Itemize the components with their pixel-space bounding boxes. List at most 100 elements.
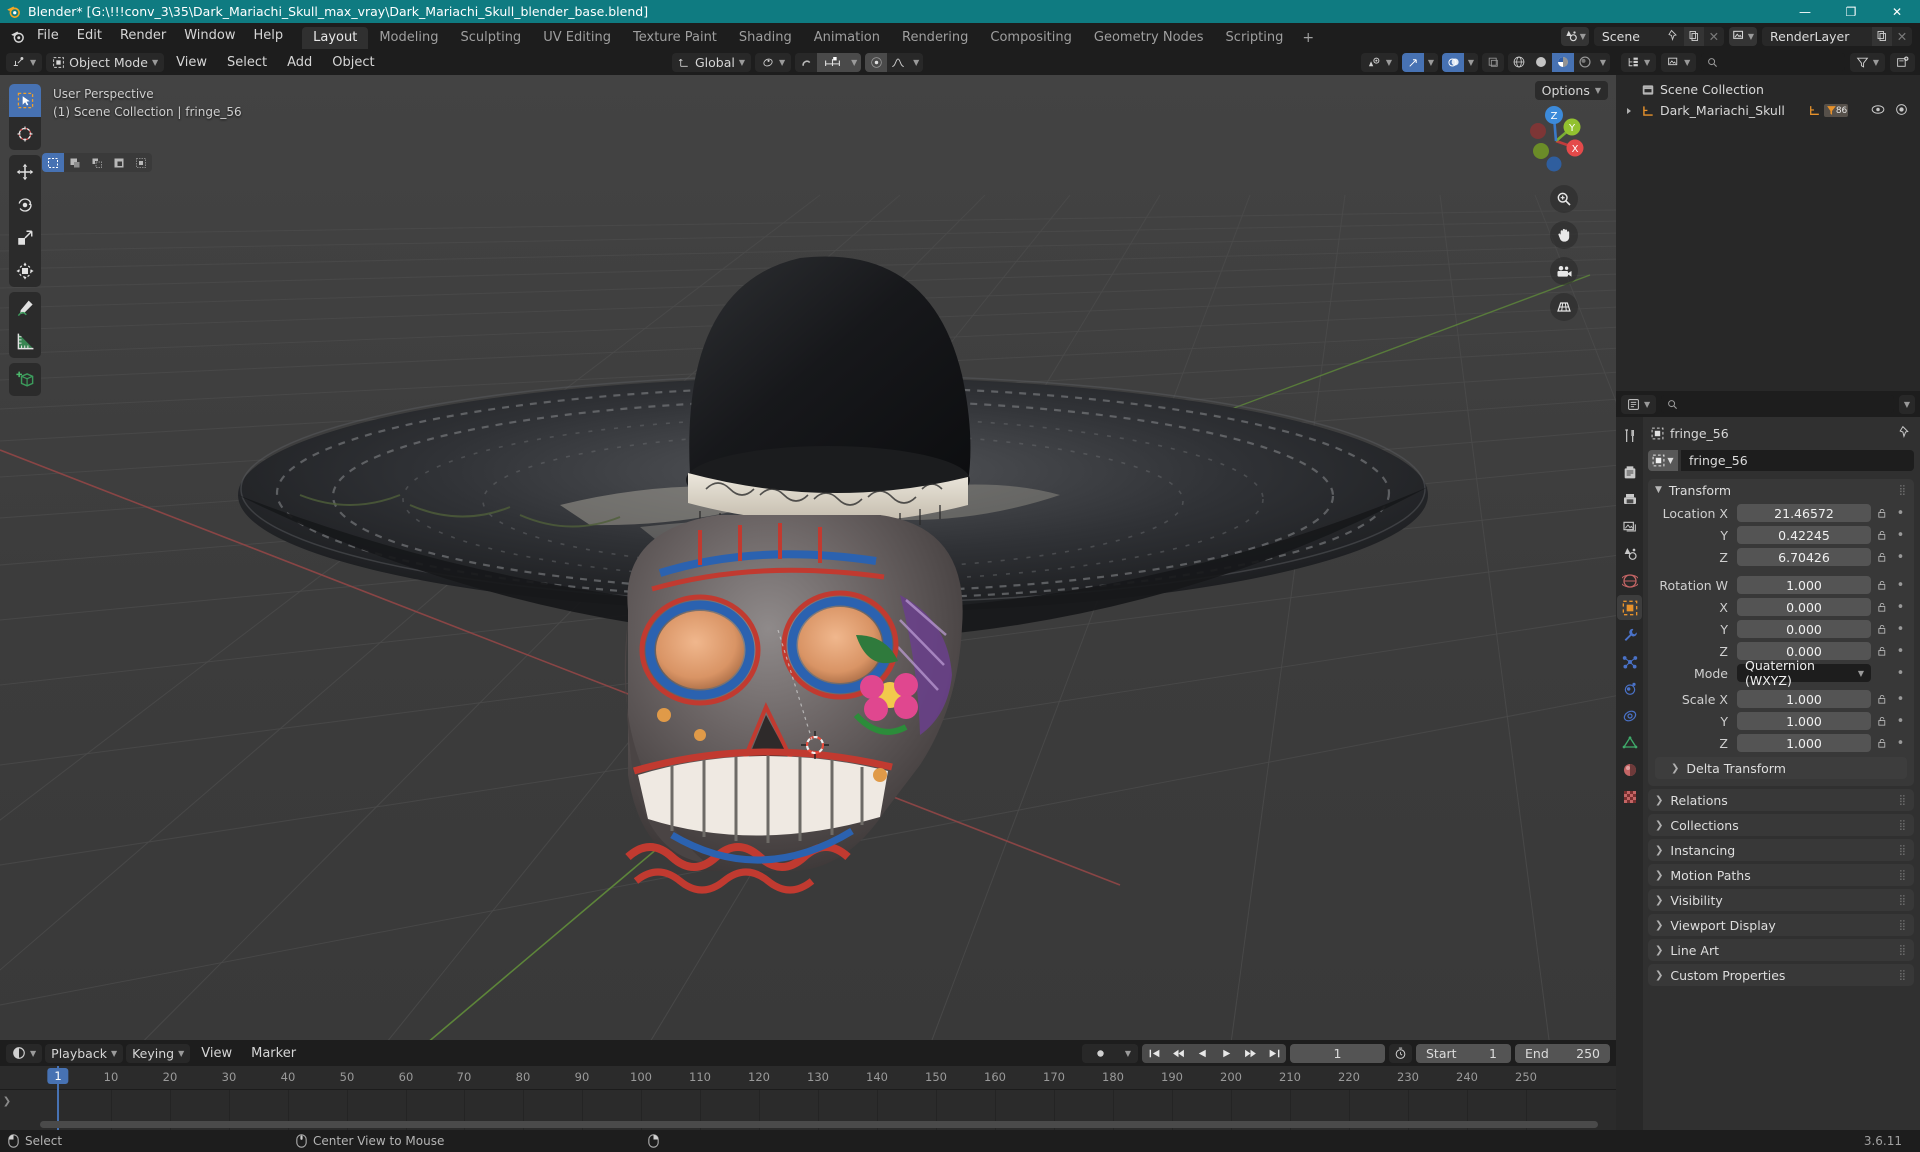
rotation-mode-value[interactable]: Quaternion (WXYZ) ▼: [1737, 658, 1871, 688]
animate-property-dot[interactable]: •: [1894, 550, 1907, 565]
object-mode-selector[interactable]: Object Mode ▼: [46, 52, 165, 72]
tab-scripting[interactable]: Scripting: [1215, 27, 1295, 49]
animate-property-dot[interactable]: •: [1894, 666, 1907, 681]
animate-property-dot[interactable]: •: [1894, 528, 1907, 543]
wireframe-shading-button[interactable]: [1508, 52, 1530, 72]
tab-rendering[interactable]: Rendering: [891, 27, 979, 49]
frame-end-field[interactable]: End 250: [1515, 1043, 1610, 1063]
lock-icon[interactable]: [1875, 624, 1890, 635]
timeline-menu-marker[interactable]: Marker: [243, 1044, 304, 1063]
drag-handle-icon[interactable]: ⣿: [1899, 795, 1907, 806]
timeline-menu-keying[interactable]: Keying ▼: [126, 1043, 191, 1063]
drag-handle-icon[interactable]: ⣿: [1899, 920, 1907, 931]
instancing-panel[interactable]: ❯ Instancing ⣿: [1648, 839, 1914, 861]
tab-shading[interactable]: Shading: [728, 27, 803, 49]
overlay-dropdown-button[interactable]: ▼: [1464, 52, 1478, 72]
xray-toggle[interactable]: [1482, 52, 1504, 72]
rotate-tool[interactable]: [9, 188, 41, 221]
timeline-expand-arrow[interactable]: ❯: [0, 1090, 14, 1130]
outliner-filter-button[interactable]: ▼: [1849, 52, 1885, 72]
annotate-tool[interactable]: [9, 292, 41, 325]
animate-property-dot[interactable]: •: [1894, 506, 1907, 521]
cursor-tool[interactable]: [9, 117, 41, 150]
scene-name-field[interactable]: Scene ✕: [1593, 26, 1724, 46]
outliner-editor-type-button[interactable]: ▼: [1621, 52, 1657, 72]
menu-render[interactable]: Render: [111, 25, 175, 47]
tab-uv-editing[interactable]: UV Editing: [532, 27, 622, 49]
current-frame-field[interactable]: 1: [1290, 1043, 1385, 1063]
object-type-icon[interactable]: ▼: [1648, 450, 1678, 471]
tab-animation[interactable]: Animation: [803, 27, 891, 49]
animate-property-dot[interactable]: •: [1894, 644, 1907, 659]
modifier-tab[interactable]: [1617, 622, 1642, 647]
properties-editor-type-button[interactable]: ▼: [1621, 394, 1657, 414]
maximize-button[interactable]: ❐: [1828, 0, 1874, 23]
drag-handle-icon[interactable]: ⣿: [1899, 845, 1907, 856]
viewport-display-panel[interactable]: ❯ Viewport Display ⣿: [1648, 914, 1914, 936]
drag-handle-icon[interactable]: ⣿: [1899, 945, 1907, 956]
animate-property-dot[interactable]: •: [1894, 692, 1907, 707]
transform-panel-header[interactable]: ▼ Transform ⣿: [1648, 479, 1914, 501]
lock-icon[interactable]: [1875, 694, 1890, 705]
timeline-ruler[interactable]: 1 10 20 30 40 50 60 70 80 90 100 110 120…: [0, 1066, 1616, 1090]
disable-in-renders-toggle[interactable]: [1895, 103, 1908, 119]
menu-edit[interactable]: Edit: [68, 25, 111, 47]
grid-ortho-icon[interactable]: [1550, 293, 1578, 321]
next-keyframe-button[interactable]: [1238, 1043, 1262, 1063]
relations-panel[interactable]: ❯ Relations ⣿: [1648, 789, 1914, 811]
show-overlays-toggle[interactable]: [1442, 52, 1464, 72]
transform-orientation-selector[interactable]: Global ▼: [672, 52, 752, 72]
texture-tab[interactable]: [1617, 784, 1642, 809]
tab-texture-paint[interactable]: Texture Paint: [622, 27, 728, 49]
add-workspace-button[interactable]: +: [1294, 27, 1322, 49]
select-box-tool[interactable]: [9, 84, 41, 117]
visibility-panel[interactable]: ❯ Visibility ⣿: [1648, 889, 1914, 911]
minimize-button[interactable]: —: [1782, 0, 1828, 23]
lock-icon[interactable]: [1875, 716, 1890, 727]
tab-geometry-nodes[interactable]: Geometry Nodes: [1083, 27, 1215, 49]
select-extend-button[interactable]: [64, 153, 86, 172]
outliner-tree[interactable]: Scene Collection Dark_Mariachi_Skull 86: [1616, 75, 1920, 391]
tool-tab[interactable]: [1617, 423, 1642, 448]
select-subtract-button[interactable]: [86, 153, 108, 172]
menu-window[interactable]: Window: [175, 25, 244, 47]
location-y-value[interactable]: 0.42245: [1737, 526, 1871, 544]
constraints-tab[interactable]: [1617, 703, 1642, 728]
rendered-shading-button[interactable]: [1574, 52, 1596, 72]
tab-modeling[interactable]: Modeling: [368, 27, 449, 49]
viewport-3d[interactable]: User Perspective (1) Scene Collection | …: [0, 75, 1616, 1040]
snap-toggle-button[interactable]: [795, 52, 818, 72]
prev-keyframe-button[interactable]: [1166, 1043, 1190, 1063]
lock-icon[interactable]: [1875, 602, 1890, 613]
object-name-field[interactable]: ▼ fringe_56: [1648, 450, 1914, 471]
animate-property-dot[interactable]: •: [1894, 622, 1907, 637]
outliner-row-scene-collection[interactable]: Scene Collection: [1616, 79, 1920, 100]
navigation-gizmo[interactable]: X Y Z: [1518, 103, 1590, 175]
physics-tab[interactable]: [1617, 676, 1642, 701]
object-tab[interactable]: [1617, 595, 1642, 620]
frame-start-field[interactable]: Start 1: [1416, 1043, 1511, 1063]
properties-content[interactable]: fringe_56 ▼ fringe_56 ▼ Transform ⣿ Loca…: [1643, 417, 1920, 1130]
new-collection-button[interactable]: [1890, 52, 1915, 72]
material-preview-button[interactable]: [1552, 52, 1574, 72]
tab-sculpting[interactable]: Sculpting: [449, 27, 532, 49]
animate-property-dot[interactable]: •: [1894, 600, 1907, 615]
hide-in-viewport-toggle[interactable]: [1871, 103, 1885, 119]
scale-z-value[interactable]: 1.000: [1737, 734, 1871, 752]
timeline-menu-playback[interactable]: Playback ▼: [45, 1043, 124, 1063]
zoom-icon[interactable]: [1550, 185, 1578, 213]
animate-property-dot[interactable]: •: [1894, 736, 1907, 751]
select-intersect-button[interactable]: [130, 153, 152, 172]
select-invert-button[interactable]: [108, 153, 130, 172]
pin-id-button[interactable]: [1898, 425, 1911, 441]
tab-layout[interactable]: Layout: [302, 27, 369, 49]
falloff-button[interactable]: [887, 52, 910, 72]
close-button[interactable]: ✕: [1874, 0, 1920, 23]
particles-tab[interactable]: [1617, 649, 1642, 674]
scene-tab[interactable]: [1617, 541, 1642, 566]
select-set-button[interactable]: [42, 153, 64, 172]
drag-handle-icon[interactable]: ⣿: [1899, 870, 1907, 881]
snap-pivot-button[interactable]: ▼: [755, 52, 792, 72]
menu-help[interactable]: Help: [245, 25, 293, 47]
animate-property-dot[interactable]: •: [1894, 578, 1907, 593]
